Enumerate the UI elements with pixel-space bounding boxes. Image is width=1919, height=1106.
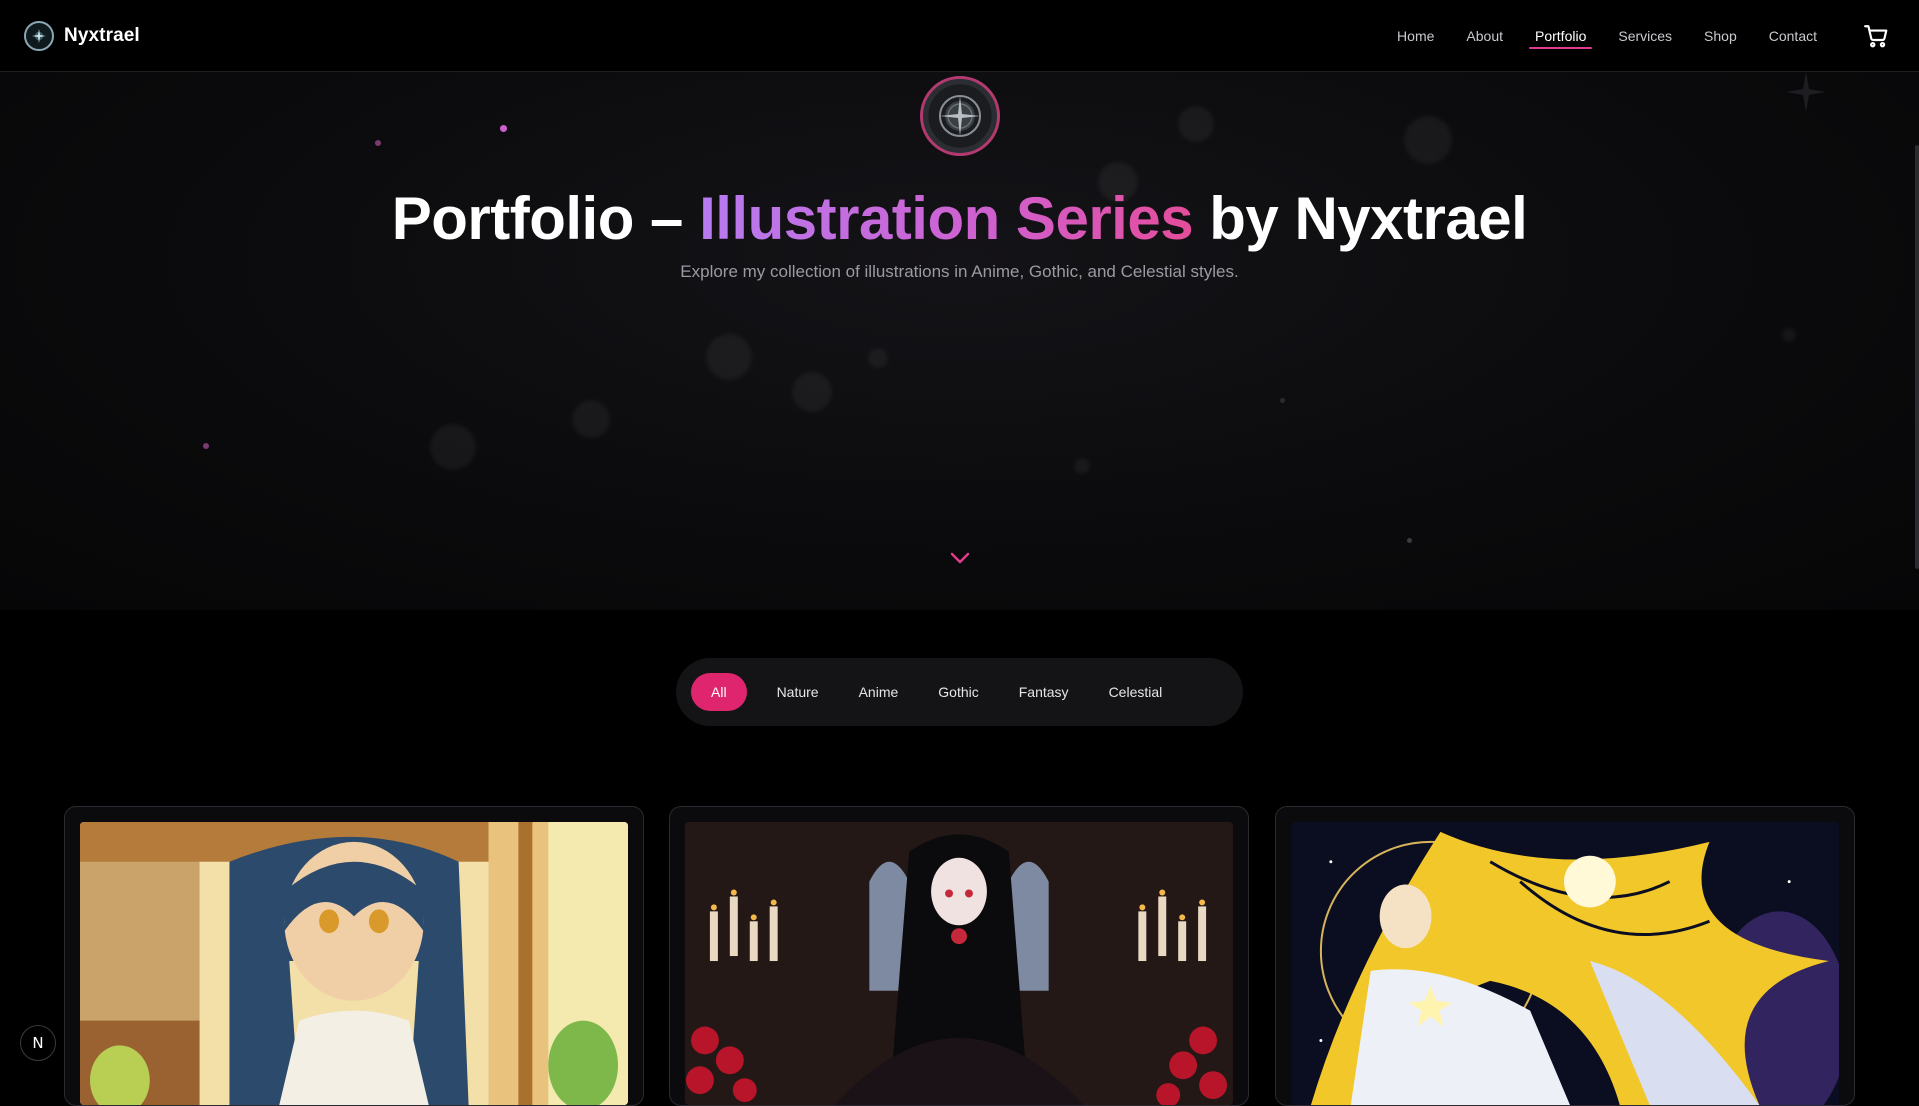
bokeh-orb bbox=[1074, 458, 1090, 474]
title-suffix: by Nyxtrael bbox=[1193, 185, 1528, 252]
title-prefix: Portfolio – bbox=[391, 185, 700, 252]
filter-fantasy[interactable]: Fantasy bbox=[999, 673, 1089, 711]
artwork-image bbox=[80, 822, 628, 1105]
sparkle-dot bbox=[1280, 398, 1285, 403]
bokeh-orb bbox=[1782, 328, 1796, 342]
sparkle-dot bbox=[375, 140, 381, 146]
sparkle-dot bbox=[203, 443, 209, 449]
nav-item-portfolio[interactable]: Portfolio bbox=[1519, 0, 1602, 72]
page-scrollbar[interactable] bbox=[1915, 145, 1919, 569]
nav-item-shop[interactable]: Shop bbox=[1688, 0, 1753, 72]
bokeh-orb bbox=[792, 372, 832, 412]
category-filter-bar: All Nature Anime Gothic Fantasy Celestia… bbox=[676, 658, 1243, 726]
cart-icon[interactable] bbox=[1863, 23, 1889, 49]
gallery-card-gothic[interactable] bbox=[669, 806, 1249, 1106]
filter-all[interactable]: All bbox=[691, 673, 747, 711]
hero-emblem-icon bbox=[920, 76, 1000, 156]
bokeh-orb bbox=[430, 424, 476, 470]
bokeh-orb bbox=[572, 400, 610, 438]
brand-name: Nyxtrael bbox=[64, 25, 140, 46]
page-subtitle: Explore my collection of illustrations i… bbox=[680, 262, 1239, 281]
filter-anime[interactable]: Anime bbox=[839, 673, 919, 711]
bokeh-orb bbox=[868, 348, 888, 368]
bokeh-orb bbox=[1404, 116, 1452, 164]
nav-item-home[interactable]: Home bbox=[1381, 0, 1450, 72]
nav-item-contact[interactable]: Contact bbox=[1753, 0, 1833, 72]
artwork-image bbox=[685, 822, 1233, 1105]
page-title: Portfolio – Illustration Series by Nyxtr… bbox=[0, 184, 1919, 253]
bokeh-orb bbox=[706, 334, 752, 380]
nav-links: Home About Portfolio Services Shop Conta… bbox=[1381, 0, 1833, 72]
nav-item-about[interactable]: About bbox=[1450, 0, 1519, 72]
gallery-card-anime[interactable] bbox=[64, 806, 644, 1106]
nav-item-services[interactable]: Services bbox=[1602, 0, 1688, 72]
gallery-card-celestial[interactable] bbox=[1275, 806, 1855, 1106]
filter-celestial[interactable]: Celestial bbox=[1089, 673, 1183, 711]
artwork-image bbox=[1291, 822, 1839, 1105]
brand[interactable]: Nyxtrael bbox=[24, 21, 140, 51]
sparkle-dot bbox=[1407, 538, 1412, 543]
star-sparkle-icon bbox=[1786, 72, 1826, 112]
sparkle-dot bbox=[500, 125, 507, 132]
dev-badge[interactable]: N bbox=[20, 1025, 56, 1061]
title-highlight: Illustration Series bbox=[699, 185, 1194, 252]
bokeh-orb bbox=[1178, 106, 1214, 142]
top-navbar: Nyxtrael Home About Portfolio Services S… bbox=[0, 0, 1919, 72]
brand-logo-icon bbox=[24, 21, 54, 51]
hero-section: Portfolio – Illustration Series by Nyxtr… bbox=[0, 72, 1919, 610]
filter-gothic[interactable]: Gothic bbox=[918, 673, 998, 711]
filter-nature[interactable]: Nature bbox=[757, 673, 839, 711]
chevron-down-icon[interactable] bbox=[948, 546, 972, 570]
